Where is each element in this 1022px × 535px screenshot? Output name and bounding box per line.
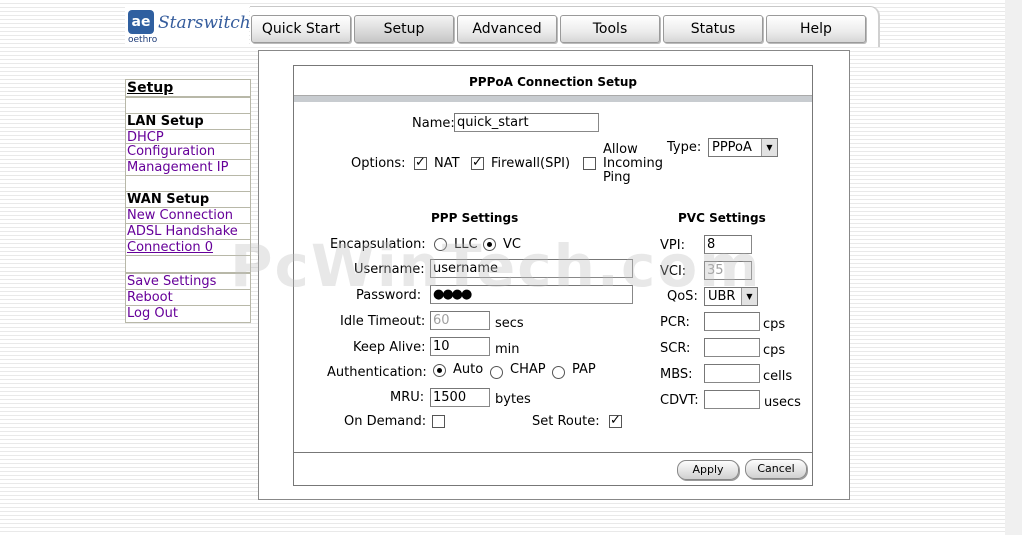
tab-quick-start[interactable]: Quick Start	[251, 15, 351, 43]
mru-label: MRU:	[390, 390, 425, 405]
sidebar-spacer	[125, 255, 251, 273]
tab-help[interactable]: Help	[766, 15, 866, 43]
connection-form: PPPoA Connection Setup Name: quick_start…	[293, 65, 813, 486]
type-select-value: PPPoA	[712, 140, 752, 155]
vpi-label: VPI:	[660, 238, 685, 253]
nat-label: NAT	[434, 156, 460, 171]
chevron-down-icon: ▼	[741, 288, 757, 305]
mbs-unit: cells	[763, 369, 793, 384]
password-input[interactable]: ●●●●	[430, 285, 633, 304]
vci-input[interactable]: 35	[704, 261, 752, 280]
llc-radio[interactable]	[434, 238, 447, 251]
firewall-label: Firewall(SPI)	[491, 156, 571, 171]
options-label: Options:	[351, 156, 406, 171]
scr-unit: cps	[763, 343, 786, 358]
sidebar-title[interactable]: Setup	[125, 79, 251, 97]
scr-input[interactable]	[704, 338, 760, 357]
pvc-settings-header: PVC Settings	[678, 211, 766, 225]
auth-auto-label: Auto	[453, 362, 484, 377]
name-input[interactable]: quick_start	[454, 113, 599, 132]
idle-timeout-label: Idle Timeout:	[340, 314, 426, 329]
cdvt-label: CDVT:	[660, 393, 699, 408]
firewall-checkbox[interactable]: ✓	[471, 156, 484, 170]
vpi-input[interactable]: 8	[704, 235, 752, 254]
scrollbar[interactable]	[1005, 0, 1022, 535]
username-input[interactable]: username	[430, 259, 633, 278]
qos-select-value: UBR	[708, 289, 736, 304]
idle-timeout-unit: secs	[495, 316, 524, 331]
footer-divider	[294, 452, 812, 453]
auth-chap-radio[interactable]	[490, 366, 503, 379]
sidebar-item-log-out[interactable]: Log Out	[125, 305, 251, 323]
type-select[interactable]: PPPoA ▼	[708, 138, 778, 157]
tab-setup[interactable]: Setup	[354, 15, 454, 43]
qos-select[interactable]: UBR ▼	[704, 287, 758, 306]
name-label: Name:	[412, 116, 455, 131]
title-divider	[294, 95, 812, 102]
logo: ae oethro Starswitch	[125, 7, 251, 47]
auth-pap-radio[interactable]	[552, 366, 565, 379]
top-nav: Quick Start Setup Advanced Tools Status …	[250, 6, 880, 47]
auth-auto-radio[interactable]	[433, 364, 446, 377]
pcr-label: PCR:	[660, 315, 690, 330]
qos-label: QoS:	[667, 289, 698, 304]
vci-label: VCI:	[660, 264, 687, 279]
ppp-settings-header: PPP Settings	[431, 211, 519, 225]
brand-name: Starswitch	[158, 13, 251, 33]
keep-alive-unit: min	[495, 342, 520, 357]
cdvt-unit: usecs	[764, 395, 801, 410]
on-demand-label: On Demand:	[344, 414, 427, 429]
authentication-label: Authentication:	[327, 365, 427, 380]
brand-mark: ae	[128, 10, 154, 34]
pcr-unit: cps	[763, 317, 786, 332]
tab-tools[interactable]: Tools	[560, 15, 660, 43]
brand-sub: oethro	[128, 35, 158, 45]
mbs-label: MBS:	[660, 367, 693, 382]
allow-ping-checkbox[interactable]	[583, 157, 596, 170]
mru-unit: bytes	[495, 392, 531, 407]
chevron-down-icon: ▼	[761, 139, 777, 156]
username-label: Username:	[354, 262, 425, 277]
tab-advanced[interactable]: Advanced	[457, 15, 557, 43]
vc-label: VC	[503, 237, 521, 252]
cancel-button[interactable]: Cancel	[745, 459, 807, 479]
tab-status[interactable]: Status	[663, 15, 763, 43]
set-route-checkbox[interactable]: ✓	[609, 414, 622, 428]
nat-checkbox[interactable]: ✓	[414, 156, 427, 170]
on-demand-checkbox[interactable]	[432, 415, 445, 428]
allow-ping-label-3: Ping	[603, 170, 631, 185]
scr-label: SCR:	[660, 341, 691, 356]
mbs-input[interactable]	[704, 364, 760, 383]
encapsulation-label: Encapsulation:	[330, 237, 426, 252]
type-label: Type:	[667, 140, 702, 155]
auth-chap-label: CHAP	[510, 362, 546, 377]
allow-ping-label-2: Incoming	[603, 156, 663, 171]
keep-alive-label: Keep Alive:	[353, 340, 426, 355]
form-title: PPPoA Connection Setup	[469, 75, 637, 89]
idle-timeout-input[interactable]: 60	[430, 311, 490, 330]
auth-pap-label: PAP	[572, 362, 596, 377]
password-label: Password:	[356, 288, 422, 303]
pcr-input[interactable]	[704, 312, 760, 331]
keep-alive-input[interactable]: 10	[430, 337, 490, 356]
mru-input[interactable]: 1500	[430, 388, 490, 407]
vc-radio[interactable]	[483, 238, 496, 251]
llc-label: LLC	[454, 237, 478, 252]
set-route-label: Set Route:	[532, 414, 600, 429]
cdvt-input[interactable]	[704, 390, 760, 409]
apply-button[interactable]: Apply	[677, 460, 739, 480]
allow-ping-label-1: Allow	[603, 142, 638, 157]
